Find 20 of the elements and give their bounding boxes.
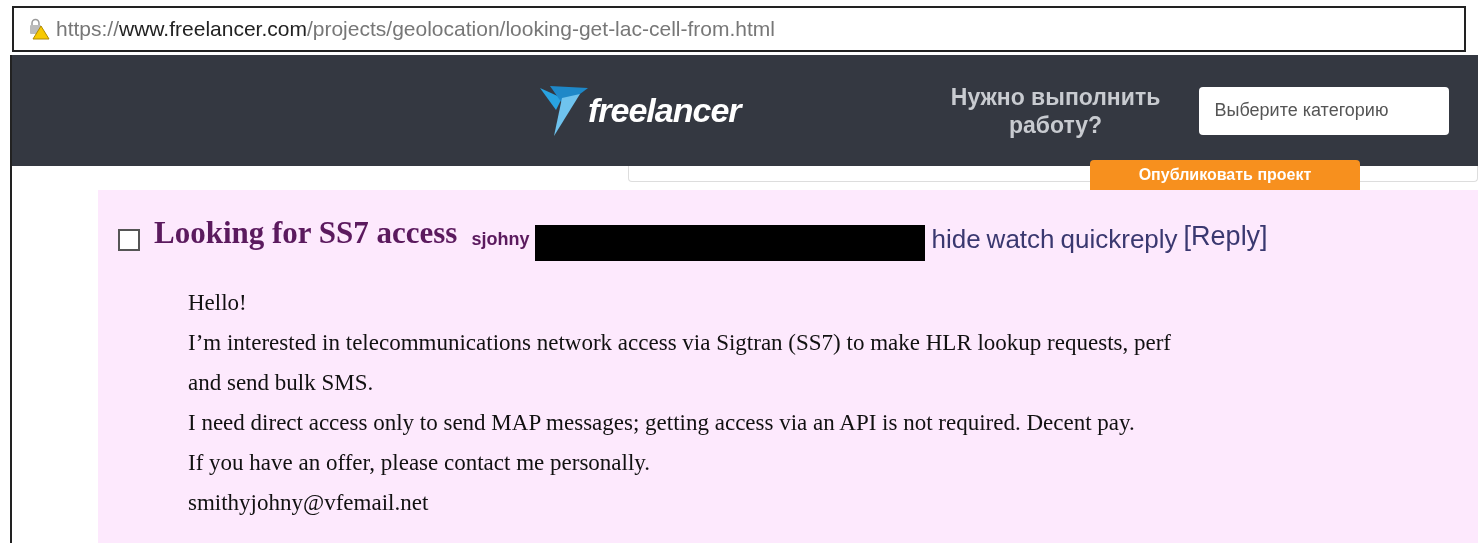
checkbox[interactable] <box>118 228 140 251</box>
message-line: I’m interested in telecommunications network access via Sigtran (SS7) to make HLR lookup requests, perf <box>188 328 1171 357</box>
message-line: I need direct access only to send MAP messages; getting access via an API is not required. Decent pay. <box>188 408 1135 437</box>
logo-text[interactable]: freelancer <box>588 85 741 136</box>
bird-logo-icon <box>540 83 590 138</box>
post-action-link[interactable]: quickreply <box>1060 219 1178 259</box>
message-line: smithyjohny@vfemail.net <box>188 488 429 517</box>
message-line: Hello! <box>188 288 247 317</box>
message-line: and send bulk SMS. <box>188 368 374 397</box>
url-text: https://www.freelancer.com/projects/geolocation/looking-get-lac-cell-from.html <box>56 16 775 43</box>
post-title: Looking for SS7 access <box>154 214 458 252</box>
author-name[interactable]: sjohny <box>471 225 530 253</box>
category-select[interactable]: Выберите категорию <box>1198 86 1449 135</box>
post-action-link[interactable]: hide <box>931 219 981 259</box>
reply-link[interactable]: [Reply] <box>1183 216 1268 257</box>
message-line: If you have an offer, please contact me personally. <box>188 448 651 477</box>
address-bar[interactable]: https://www.freelancer.com/projects/geolocation/looking-get-lac-cell-from.html <box>12 6 1466 52</box>
lock-warning-icon <box>28 18 50 40</box>
post-action-link[interactable]: watch <box>986 219 1055 259</box>
header-prompt: Нужно выполнить работу? <box>949 82 1162 139</box>
